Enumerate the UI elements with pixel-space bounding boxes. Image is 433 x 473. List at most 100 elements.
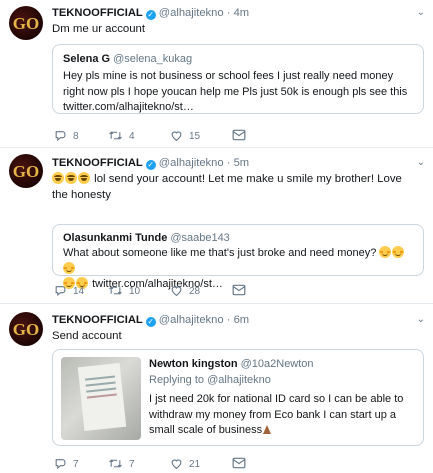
reply-count: 14 [73,286,85,297]
quote-header: Newton kingston @10a2Newton [149,358,314,370]
quote-header: Selena G @selena_kukag [63,53,192,65]
like-button[interactable]: 15 [170,129,200,142]
retweet-icon [109,286,122,295]
separator-dot: · [226,157,231,169]
quote-text-wrap: I jst need 20k for national ID card so I… [149,392,413,439]
tears-of-joy-emoji [78,172,90,184]
author-handle[interactable]: @alhajitekno [159,314,224,326]
reply-count: 7 [73,459,79,470]
go-logo-icon: GO [13,14,39,33]
chevron-down-icon[interactable]: ⌄ [417,7,425,18]
praying-hands-emoji [262,424,272,434]
reply-icon [55,459,66,469]
tweet-text-wrap: lol send your account! Let me make u smi… [52,172,402,203]
tweet-header: TEKNOOFFICIAL ✓ @alhajitekno · 5m [52,157,249,170]
author-handle[interactable]: @alhajitekno [159,157,224,169]
reply-button[interactable]: 14 [54,284,84,297]
timestamp[interactable]: 5m [234,157,250,169]
quoted-tweet[interactable]: Selena G @selena_kukag Hey pls mine is no… [52,44,424,114]
reply-button[interactable]: 7 [54,457,79,470]
timestamp[interactable]: 4m [234,7,250,19]
replying-to-label: Replying to [149,374,205,386]
like-count: 15 [189,131,201,142]
avatar[interactable]: GO [9,154,43,188]
quote-header: Olasunkanmi Tunde @saabe143 [63,232,230,244]
tweet[interactable]: GO TEKNOOFFICIAL ✓ @alhajitekno · 4m ⌄ Dm … [0,0,433,148]
tweet[interactable]: GO TEKNOOFFICIAL ✓ @alhajitekno · 6m ⌄ Sen… [0,304,433,473]
svg-text:GO: GO [13,320,39,339]
tears-of-joy-emoji [52,172,64,184]
verified-icon: ✓ [145,10,156,20]
tweet-header: TEKNOOFFICIAL ✓ @alhajitekno · 6m [52,314,249,327]
go-logo-icon: GO [13,162,39,181]
message-button[interactable] [232,129,252,141]
quote-author-handle: @saabe143 [170,232,230,244]
replying-to: Replying to @alhajitekno [149,374,271,386]
retweet-button[interactable]: 10 [108,284,140,297]
tweet-text: lol send your account! Let me make u smi… [52,173,402,201]
like-button[interactable]: 21 [170,457,200,470]
tweet-actions: 7 7 21 [52,457,422,471]
author-name[interactable]: TEKNOOFFICIAL [52,157,143,169]
separator-dot: · [226,7,231,19]
quote-author-handle: @selena_kukag [113,53,193,65]
quote-author-handle: @10a2Newton [240,358,314,370]
go-logo-icon: GO [13,320,39,339]
verified-icon: ✓ [145,317,156,327]
author-name[interactable]: TEKNOOFFICIAL [52,314,143,326]
retweet-icon [109,131,122,140]
retweet-button[interactable]: 4 [108,129,135,142]
reply-count: 8 [73,131,79,142]
envelope-icon [232,129,246,141]
heart-icon [171,459,182,470]
retweet-count: 10 [129,286,141,297]
tears-of-joy-emoji [65,172,77,184]
retweet-count: 4 [129,131,135,142]
retweet-icon [109,459,122,468]
quoted-tweet[interactable]: Olasunkanmi Tunde @saabe143 What about so… [52,224,424,290]
heart-icon [171,131,182,142]
retweet-button[interactable]: 7 [108,457,135,470]
author-name[interactable]: TEKNOOFFICIAL [52,7,143,19]
quote-image[interactable] [61,357,141,440]
svg-text:GO: GO [13,14,39,33]
smiling-emoji [379,246,392,258]
reply-button[interactable]: 8 [54,129,79,142]
quote-author-name: Olasunkanmi Tunde [63,232,168,244]
reply-icon [55,131,66,141]
svg-text:GO: GO [13,162,39,181]
quote-author-name: Selena G [63,53,111,65]
retweet-count: 7 [129,459,135,470]
quote-text: What about someone like me that's just b… [63,247,377,259]
quoted-tweet[interactable]: Newton kingston @10a2Newton Replying to @… [52,349,424,446]
author-handle[interactable]: @alhajitekno [159,7,224,19]
tweet-actions: 14 10 28 [52,284,422,298]
envelope-icon [232,284,246,296]
tweet[interactable]: GO TEKNOOFFICIAL ✓ @alhajitekno · 5m ⌄ lol… [0,148,433,304]
quote-text: Hey pls mine is not business or school f… [63,70,408,113]
message-button[interactable] [232,457,252,469]
quote-text: I jst need 20k for national ID card so I… [149,393,404,436]
quote-author-name: Newton kingston [149,358,238,370]
like-button[interactable]: 28 [170,284,200,297]
like-count: 21 [189,459,201,470]
tweet-text: Dm me ur account [52,23,146,35]
smiling-emoji [392,246,405,258]
like-count: 28 [189,286,201,297]
timestamp[interactable]: 6m [234,314,250,326]
chevron-down-icon[interactable]: ⌄ [417,157,425,168]
tweet-actions: 8 4 15 [52,129,422,143]
replying-to-handle[interactable]: @alhajitekno [207,374,271,386]
verified-icon: ✓ [145,160,156,170]
smiling-emoji [63,261,75,274]
tweet-text: Send account [52,330,122,342]
message-button[interactable] [232,284,252,296]
heart-icon [171,286,182,297]
separator-dot: · [226,314,231,326]
avatar[interactable]: GO [9,6,43,40]
tweet-header: TEKNOOFFICIAL ✓ @alhajitekno · 4m [52,7,249,20]
avatar[interactable]: GO [9,312,43,346]
chevron-down-icon[interactable]: ⌄ [417,314,425,325]
reply-icon [55,286,66,296]
envelope-icon [232,457,246,469]
